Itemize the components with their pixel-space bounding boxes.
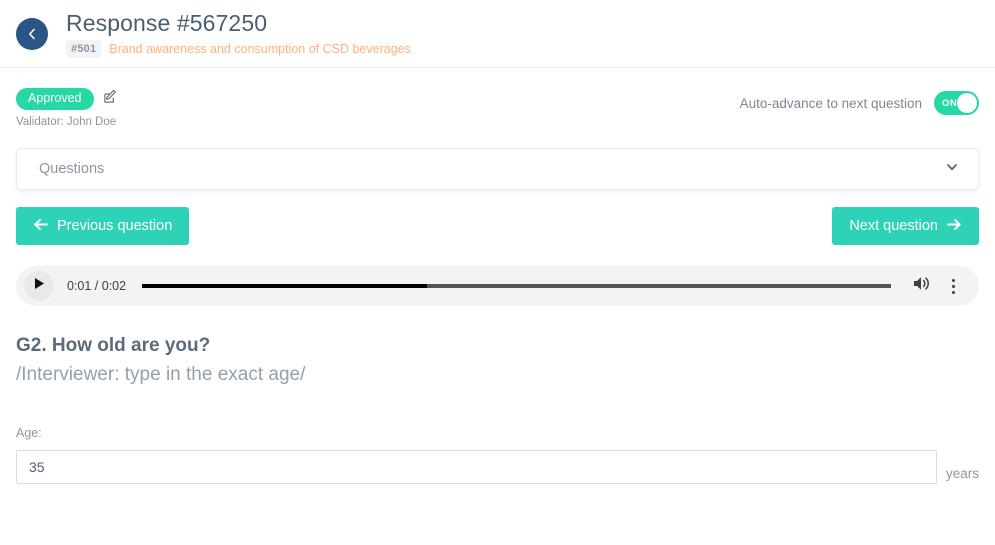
auto-advance-group: Auto-advance to next question ON [740, 88, 979, 115]
questions-select-label: Questions [39, 161, 105, 177]
question-instruction: /Interviewer: type in the exact age/ [16, 364, 306, 385]
next-question-label: Next question [849, 218, 938, 234]
question-nav-row: Previous question Next question [16, 207, 979, 245]
age-field-label: Age: [16, 426, 42, 440]
volume-button[interactable] [907, 272, 935, 300]
toggle-knob [957, 93, 977, 113]
time-display: 0:01 / 0:02 [67, 279, 127, 293]
age-unit-label: years [945, 466, 979, 481]
question-title: G2. How old are you? [16, 335, 211, 356]
header-text-block: Response #567250 #501 Brand awareness an… [66, 10, 411, 58]
back-button[interactable] [16, 17, 48, 50]
arrow-right-icon [947, 218, 962, 235]
menu-dot [951, 290, 955, 294]
more-vertical-icon [951, 277, 955, 295]
page-header: Response #567250 #501 Brand awareness an… [0, 0, 995, 68]
toggle-state-label: ON [942, 97, 958, 109]
status-row: Approved Validator: John Doe Auto-advanc… [0, 68, 995, 128]
project-code-chip: #501 [66, 39, 102, 58]
age-input[interactable] [16, 450, 937, 484]
auto-advance-label: Auto-advance to next question [739, 95, 922, 111]
validator-label: Validator: John Doe [16, 116, 117, 128]
play-button[interactable] [24, 271, 54, 301]
status-left-group: Approved Validator: John Doe [16, 88, 118, 128]
arrow-left-icon [33, 218, 48, 235]
progress-played [142, 284, 427, 288]
edit-pencil-icon[interactable] [103, 89, 118, 109]
player-options-button[interactable] [939, 272, 967, 300]
progress-track[interactable] [142, 284, 891, 288]
menu-dot [951, 284, 955, 288]
play-icon [33, 277, 45, 295]
breadcrumb: #501 Brand awareness and consumption of … [66, 39, 411, 58]
previous-question-label: Previous question [57, 218, 173, 234]
audio-player: 0:01 / 0:02 [16, 266, 979, 306]
page-title: Response #567250 [66, 9, 268, 36]
answer-row: years [16, 450, 979, 484]
auto-advance-toggle[interactable]: ON [934, 91, 979, 115]
menu-dot [951, 278, 955, 282]
chevron-down-icon [944, 159, 960, 180]
status-badge: Approved [16, 88, 94, 110]
project-name-link[interactable]: Brand awareness and consumption of CSD b… [109, 42, 411, 56]
previous-question-button[interactable]: Previous question [16, 207, 190, 245]
next-question-button[interactable]: Next question [832, 207, 979, 245]
volume-high-icon [912, 275, 931, 297]
questions-select[interactable]: Questions [16, 148, 979, 190]
status-badge-line: Approved [16, 88, 118, 110]
chevron-left-icon [25, 27, 39, 41]
